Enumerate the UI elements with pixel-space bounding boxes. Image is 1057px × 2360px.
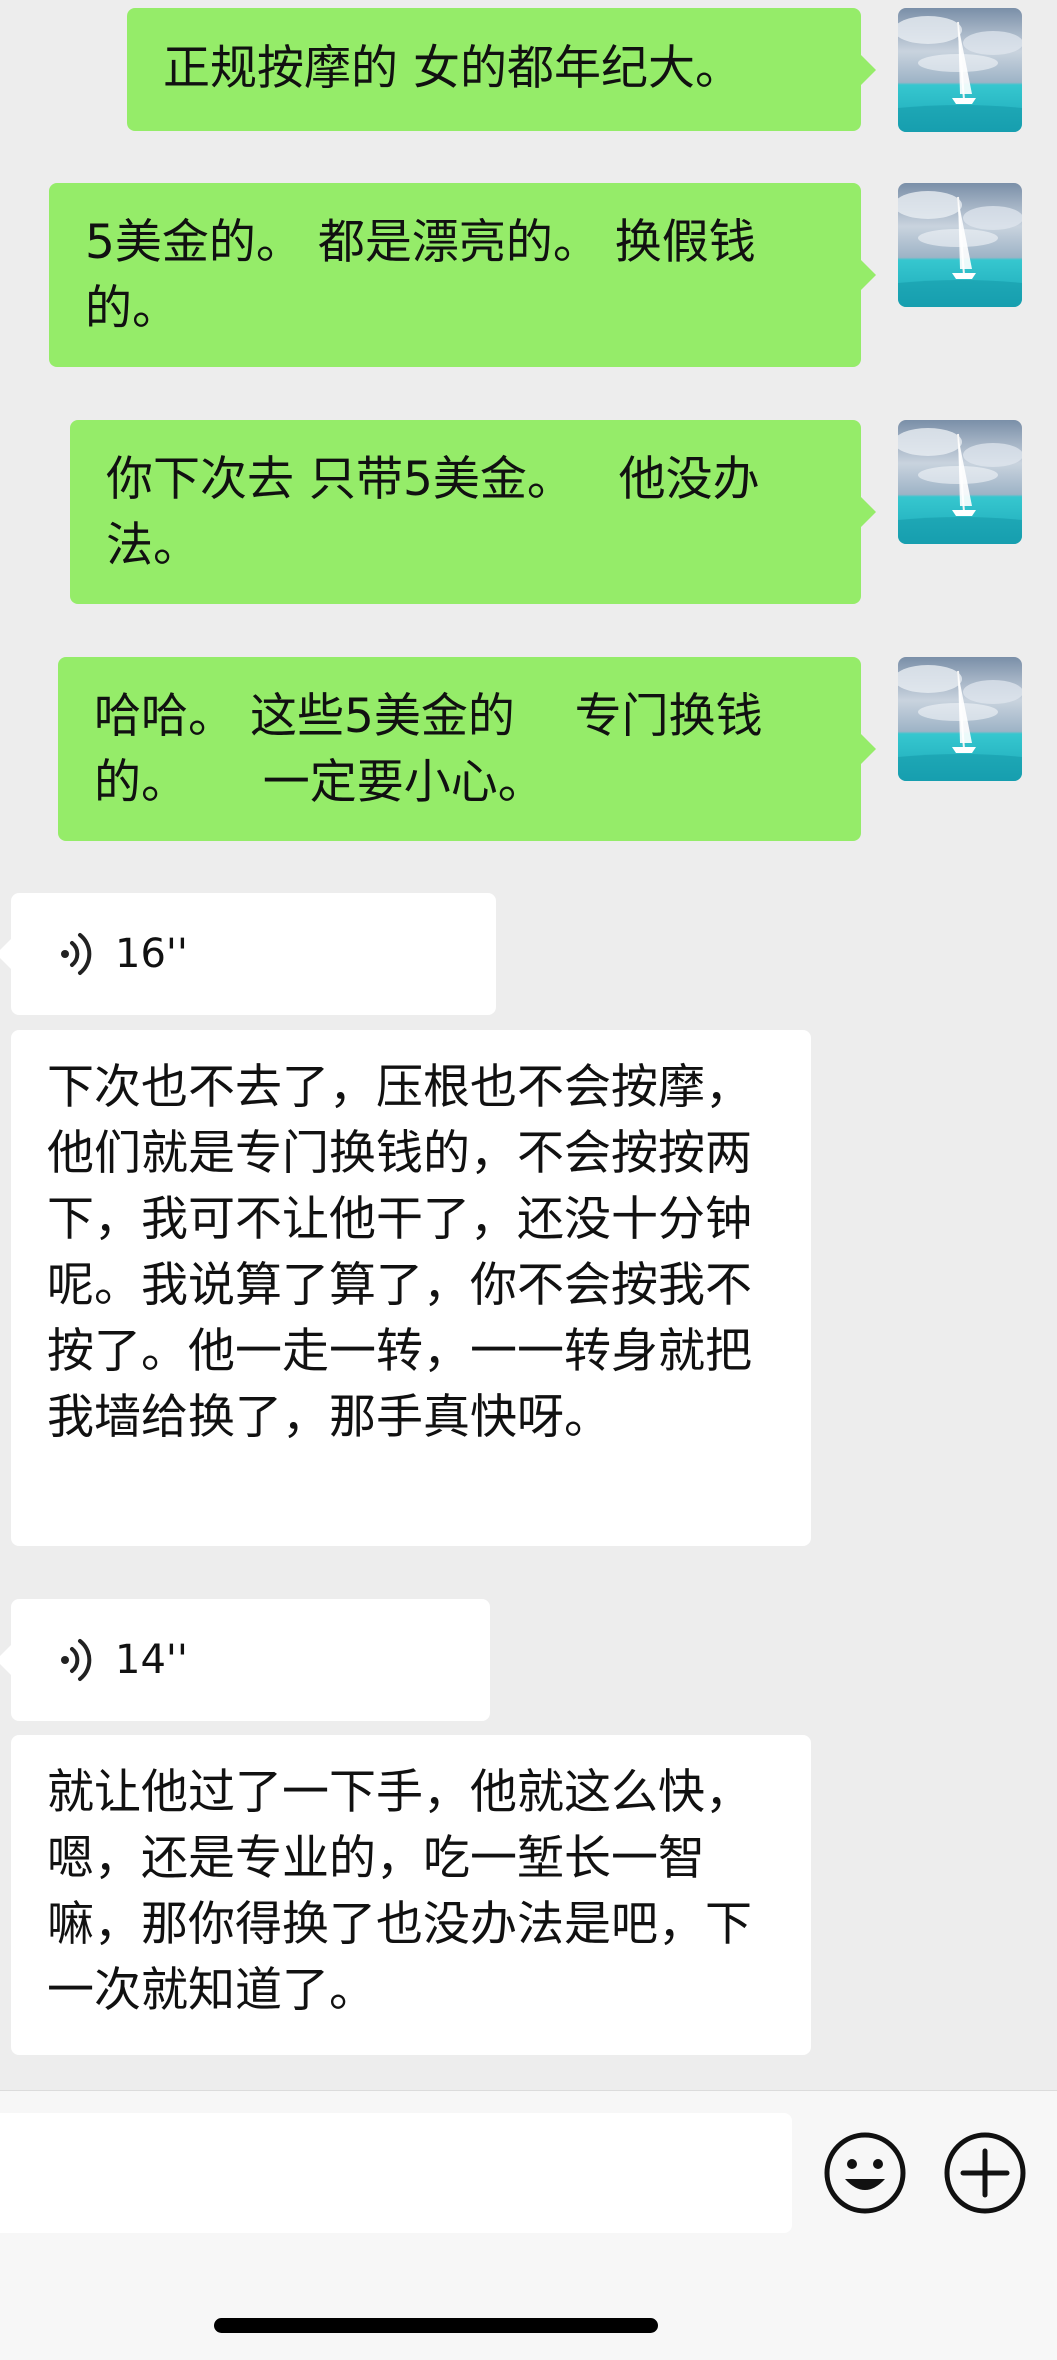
voice-duration: 16'' (115, 931, 188, 977)
avatar[interactable] (898, 657, 1022, 781)
message-input[interactable] (0, 2113, 792, 2233)
message-bubble-sent[interactable]: 正规按摩的 女的都年纪大。 (127, 8, 876, 131)
message-bubble-sent[interactable]: 你下次去 只带5美金。 他没办法。 (70, 420, 876, 604)
message-bubble-sent[interactable]: 5美金的。 都是漂亮的。 换假钱的。 (49, 183, 876, 367)
plus-icon[interactable] (943, 2131, 1027, 2215)
sailboat-photo-avatar-icon (898, 657, 1022, 781)
emoji-icon[interactable] (823, 2131, 907, 2215)
voice-wave-icon (57, 930, 97, 978)
sailboat-photo-avatar-icon (898, 183, 1022, 307)
transcription-text: 就让他过了一下手，他就这么快，嗯，还是专业的，吃一堑长一智嘛，那你得换了也没办法… (47, 1765, 752, 2018)
voice-transcription-bubble[interactable]: 下次也不去了，压根也不会按摩，他们就是专门换钱的，不会按按两下，我可不让他干了，… (11, 1030, 811, 1546)
sailboat-photo-avatar-icon (898, 420, 1022, 544)
transcription-text: 下次也不去了，压根也不会按摩，他们就是专门换钱的，不会按按两下，我可不让他干了，… (47, 1060, 752, 1445)
avatar[interactable] (898, 420, 1022, 544)
avatar[interactable] (898, 8, 1022, 132)
message-bubble-sent[interactable]: 哈哈。 这些5美金的 专门换钱的。 一定要小心。 (58, 657, 876, 841)
avatar[interactable] (898, 183, 1022, 307)
sailboat-photo-avatar-icon (898, 8, 1022, 132)
message-text: 哈哈。 这些5美金的 专门换钱的。 一定要小心。 (94, 689, 763, 810)
voice-transcription-bubble[interactable]: 就让他过了一下手，他就这么快，嗯，还是专业的，吃一堑长一智嘛，那你得换了也没办法… (11, 1735, 811, 2055)
voice-message-bubble[interactable]: 16'' (0, 893, 496, 1015)
message-text: 你下次去 只带5美金。 他没办法。 (106, 452, 760, 573)
voice-duration: 14'' (115, 1637, 188, 1683)
home-indicator[interactable] (214, 2318, 658, 2333)
voice-message-bubble[interactable]: 14'' (0, 1599, 490, 1721)
message-text: 5美金的。 都是漂亮的。 换假钱的。 (85, 215, 756, 336)
voice-wave-icon (57, 1636, 97, 1684)
message-text: 正规按摩的 女的都年纪大。 (163, 41, 742, 96)
